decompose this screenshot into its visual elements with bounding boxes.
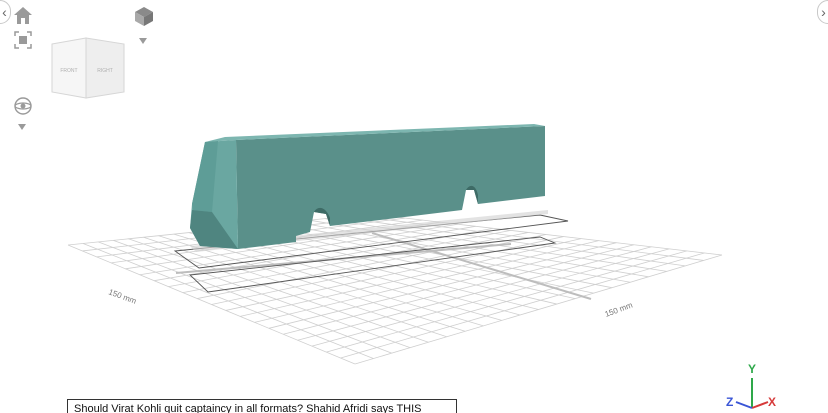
view-cube-right-label: RIGHT [97, 68, 113, 74]
chevron-right-icon: › [821, 4, 826, 20]
view-cube[interactable]: FRONT RIGHT [46, 32, 130, 104]
axis-triad: Y Z X [722, 362, 782, 413]
home-icon [14, 7, 32, 24]
chevron-left-icon: ‹ [2, 4, 7, 20]
orbit-icon [14, 97, 32, 115]
orbit-button[interactable] [13, 96, 33, 116]
3d-viewport[interactable]: 150 mm 150 mm ‹ › FRONT RIGHT Should Vir… [0, 0, 828, 413]
axis-x-line [751, 401, 769, 409]
projection-button[interactable] [132, 4, 156, 28]
axis-z-label: Z [726, 395, 734, 409]
home-view-button[interactable] [12, 5, 34, 25]
orbit-menu-caret[interactable] [17, 118, 27, 130]
cube-projection-icon [135, 7, 153, 26]
caret-down-icon [139, 38, 147, 44]
grid-line [326, 250, 687, 353]
fit-view-icon [14, 31, 32, 49]
caret-down-icon [18, 124, 26, 130]
grid-line [339, 216, 686, 267]
grid-line [354, 254, 723, 365]
view-cube-front-label: FRONT [60, 68, 77, 74]
3d-model[interactable] [190, 124, 548, 252]
grid-dimension-label-left: 150 mm [107, 287, 138, 305]
news-headline: Should Virat Kohli quit captaincy in all… [74, 403, 422, 413]
grid-line [311, 248, 670, 347]
fit-to-view-button[interactable] [13, 30, 33, 50]
build-plate-grid [67, 213, 723, 365]
grid-dimension-label-right: 150 mm [604, 300, 635, 318]
news-ticker-link[interactable]: Should Virat Kohli quit captaincy in all… [67, 399, 457, 413]
projection-menu-caret[interactable] [138, 32, 148, 44]
axis-x-label: X [768, 395, 777, 409]
axis-z-line [735, 401, 753, 409]
axis-y-label: Y [748, 362, 757, 376]
